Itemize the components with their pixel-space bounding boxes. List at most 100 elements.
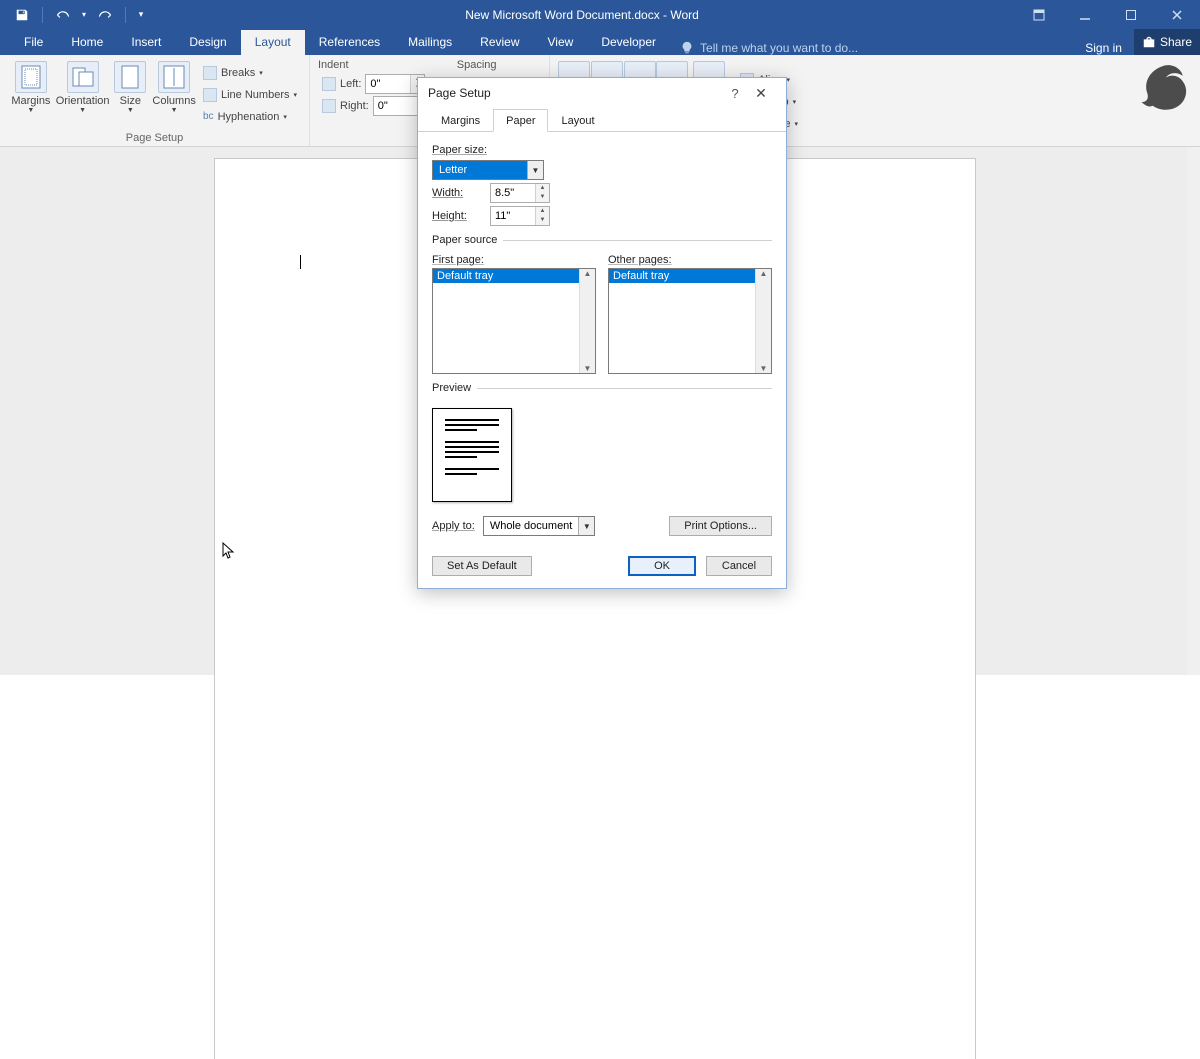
size-label: Size xyxy=(120,95,141,107)
save-icon[interactable] xyxy=(10,4,34,26)
breaks-icon xyxy=(203,66,217,80)
line-numbers-icon xyxy=(203,88,217,102)
tell-me-search[interactable]: Tell me what you want to do... xyxy=(680,41,858,55)
first-page-label: First page: xyxy=(432,254,596,266)
first-page-listbox[interactable]: Default tray ▲▼ xyxy=(432,268,596,374)
spacing-header: Spacing xyxy=(457,59,497,73)
columns-label: Columns xyxy=(152,95,195,107)
indent-left-icon xyxy=(322,77,336,91)
tab-mailings[interactable]: Mailings xyxy=(394,30,466,55)
preview-label: Preview xyxy=(432,382,477,394)
paper-size-combo[interactable]: Letter ▼ xyxy=(432,160,544,180)
indent-header: Indent xyxy=(318,59,437,73)
margins-button[interactable]: Margins▼ xyxy=(8,59,54,130)
width-label: Width: xyxy=(432,187,482,199)
other-pages-selected-item[interactable]: Default tray xyxy=(609,269,771,283)
ok-button[interactable]: OK xyxy=(628,556,696,576)
share-label: Share xyxy=(1160,35,1192,49)
dialog-tab-paper[interactable]: Paper xyxy=(493,109,548,132)
dialog-tab-margins[interactable]: Margins xyxy=(428,109,493,132)
tab-file[interactable]: File xyxy=(10,30,57,55)
tab-insert[interactable]: Insert xyxy=(117,30,175,55)
hyphenation-label: Hyphenation xyxy=(218,111,280,123)
tab-review[interactable]: Review xyxy=(466,30,533,55)
page-setup-dialog: Page Setup ? ✕ Margins Paper Layout Pape… xyxy=(417,77,787,589)
mouse-cursor-icon xyxy=(222,542,236,565)
tab-view[interactable]: View xyxy=(534,30,588,55)
hyphenation-icon: bc xyxy=(203,111,214,122)
share-icon xyxy=(1142,35,1156,49)
size-icon xyxy=(114,61,146,93)
print-options-button[interactable]: Print Options... xyxy=(669,516,772,536)
lightbulb-icon xyxy=(680,41,694,55)
height-input[interactable]: ▲▼ xyxy=(490,206,550,226)
width-input[interactable]: ▲▼ xyxy=(490,183,550,203)
dragon-watermark-icon xyxy=(1134,57,1194,117)
dialog-title: Page Setup xyxy=(428,86,724,100)
paper-source-fieldset: Paper source First page: Default tray ▲▼… xyxy=(432,234,772,374)
dialog-tabs: Margins Paper Layout xyxy=(418,108,786,132)
quick-access-toolbar: ▾ ▾ xyxy=(0,4,148,26)
ribbon-tabs: File Home Insert Design Layout Reference… xyxy=(0,29,1200,55)
redo-icon[interactable] xyxy=(93,4,117,26)
hyphenation-button[interactable]: bcHyphenation ▾ xyxy=(199,106,301,128)
other-pages-label: Other pages: xyxy=(608,254,772,266)
listbox-scrollbar[interactable]: ▲▼ xyxy=(755,269,771,373)
ribbon-group-page-setup: Margins▼ Orientation▼ Size▼ Columns▼ Bre… xyxy=(0,55,310,146)
paper-size-label: Paper size: xyxy=(432,144,772,156)
tab-references[interactable]: References xyxy=(305,30,394,55)
orientation-button[interactable]: Orientation▼ xyxy=(54,59,112,130)
share-button[interactable]: Share xyxy=(1134,29,1200,55)
indent-left-label: Left: xyxy=(340,78,361,90)
dialog-titlebar[interactable]: Page Setup ? ✕ xyxy=(418,78,786,108)
height-label: Height: xyxy=(432,210,482,222)
listbox-scrollbar[interactable]: ▲▼ xyxy=(579,269,595,373)
text-caret xyxy=(300,255,301,269)
tab-design[interactable]: Design xyxy=(175,30,240,55)
ribbon-display-options-icon[interactable] xyxy=(1016,0,1062,29)
preview-fieldset: Preview xyxy=(432,382,772,510)
undo-icon[interactable] xyxy=(51,4,75,26)
cancel-button[interactable]: Cancel xyxy=(706,556,772,576)
close-icon[interactable] xyxy=(1154,0,1200,29)
indent-right-label: Right: xyxy=(340,100,369,112)
tab-layout[interactable]: Layout xyxy=(241,30,305,55)
window-title: New Microsoft Word Document.docx - Word xyxy=(148,8,1016,22)
qat-customize-icon[interactable]: ▾ xyxy=(134,4,148,26)
breaks-label: Breaks xyxy=(221,67,255,79)
breaks-button[interactable]: Breaks ▾ xyxy=(199,62,301,84)
columns-button[interactable]: Columns▼ xyxy=(149,59,199,130)
sign-in-link[interactable]: Sign in xyxy=(1073,41,1134,55)
dialog-help-icon[interactable]: ? xyxy=(724,86,746,101)
preview-page-icon xyxy=(432,408,512,502)
dialog-tab-layout[interactable]: Layout xyxy=(548,109,607,132)
chevron-down-icon: ▼ xyxy=(578,517,594,535)
set-as-default-button[interactable]: Set As Default xyxy=(432,556,532,576)
orientation-icon xyxy=(67,61,99,93)
undo-dropdown-icon[interactable]: ▾ xyxy=(79,4,89,26)
paper-source-label: Paper source xyxy=(432,234,503,246)
apply-to-combo[interactable]: Whole document ▼ xyxy=(483,516,596,536)
size-button[interactable]: Size▼ xyxy=(111,59,149,130)
vertical-scrollbar[interactable] xyxy=(1186,147,1200,675)
chevron-down-icon: ▼ xyxy=(527,161,543,179)
minimize-icon[interactable] xyxy=(1062,0,1108,29)
first-page-selected-item[interactable]: Default tray xyxy=(433,269,595,283)
line-numbers-button[interactable]: Line Numbers ▾ xyxy=(199,84,301,106)
apply-to-value: Whole document xyxy=(484,517,579,535)
page-setup-group-label: Page Setup xyxy=(8,130,301,144)
paper-size-value: Letter xyxy=(433,161,527,179)
tab-home[interactable]: Home xyxy=(57,30,117,55)
tell-me-placeholder: Tell me what you want to do... xyxy=(700,41,858,55)
margins-icon xyxy=(15,61,47,93)
title-bar: ▾ ▾ New Microsoft Word Document.docx - W… xyxy=(0,0,1200,29)
window-buttons xyxy=(1016,0,1200,29)
maximize-icon[interactable] xyxy=(1108,0,1154,29)
dialog-footer: Set As Default OK Cancel xyxy=(418,546,786,588)
dialog-close-icon[interactable]: ✕ xyxy=(746,85,776,102)
dialog-body: Paper size: Letter ▼ Width: ▲▼ Height: ▲… xyxy=(418,132,786,546)
other-pages-listbox[interactable]: Default tray ▲▼ xyxy=(608,268,772,374)
line-numbers-label: Line Numbers xyxy=(221,89,289,101)
tab-developer[interactable]: Developer xyxy=(587,30,670,55)
columns-icon xyxy=(158,61,190,93)
